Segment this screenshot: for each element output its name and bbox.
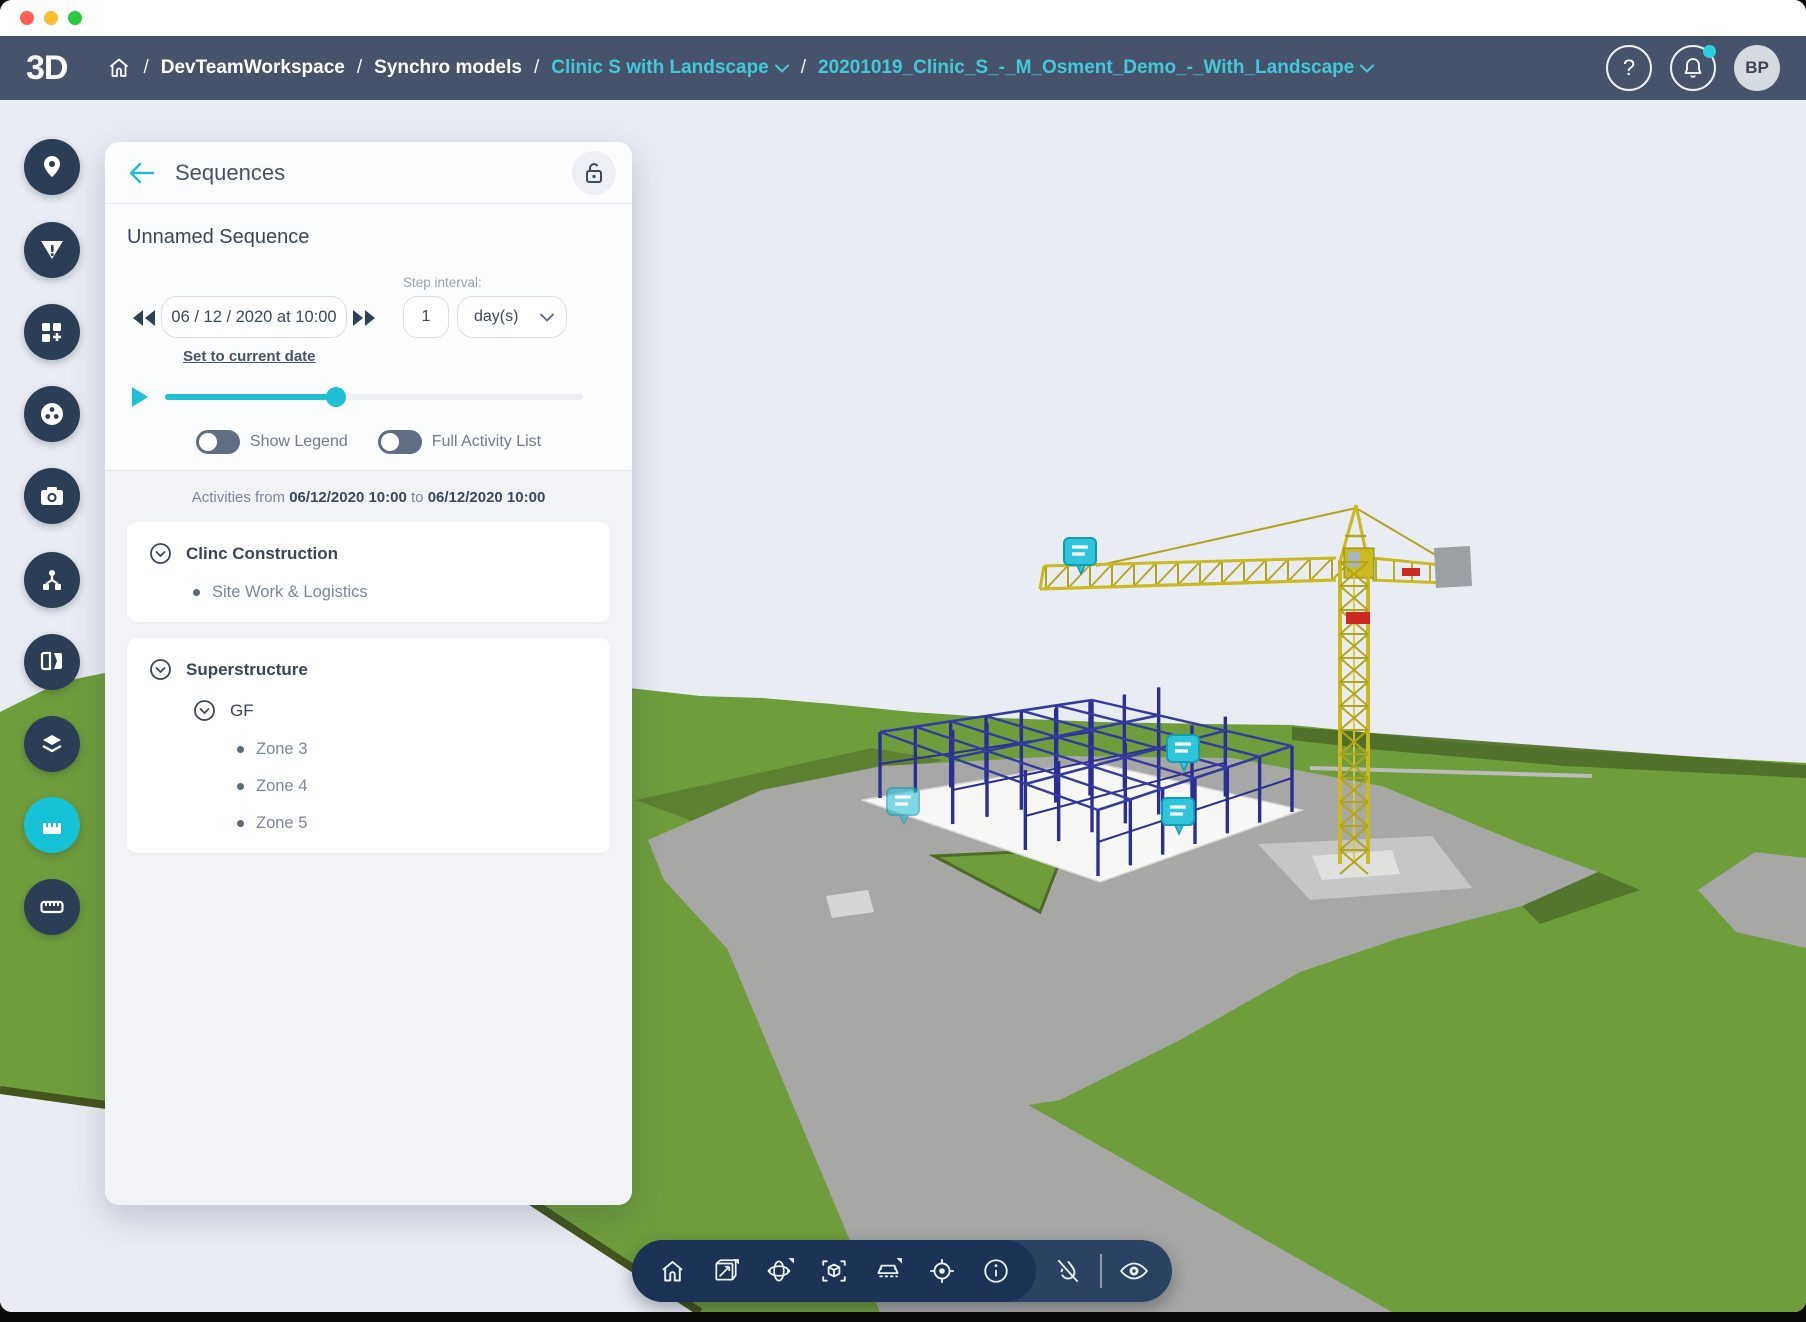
slider-thumb[interactable] <box>326 387 346 407</box>
set-current-date-link[interactable]: Set to current date <box>183 348 316 365</box>
sequences-icon <box>38 811 66 839</box>
panel-header: Sequences <box>105 142 632 204</box>
chevron-circle-icon <box>149 658 172 681</box>
home-view-button[interactable] <box>648 1240 696 1302</box>
sequence-controls: Unnamed Sequence Step interval: day(s) <box>105 204 632 470</box>
step-unit-select[interactable]: day(s) <box>457 296 567 338</box>
activity-item[interactable]: Zone 4 <box>237 777 588 796</box>
info-button[interactable] <box>972 1240 1020 1302</box>
measure-ruler-icon <box>38 893 66 921</box>
app-logo[interactable]: 3D <box>26 49 67 88</box>
visibility-button[interactable] <box>1110 1240 1158 1302</box>
camera-icon <box>38 482 66 510</box>
activities-summary: Activities from 06/12/2020 10:00 to 06/1… <box>127 489 610 506</box>
user-avatar[interactable]: BP <box>1734 45 1780 91</box>
sidebar-item-hierarchy[interactable] <box>24 552 80 608</box>
issues-warning-icon <box>38 236 66 264</box>
chevron-down-icon <box>540 313 554 322</box>
panel-title: Sequences <box>175 160 572 186</box>
toolbar-divider <box>1100 1254 1102 1288</box>
back-button[interactable] <box>127 158 157 188</box>
sidebar-item-sequences[interactable] <box>24 797 80 853</box>
group-superstructure[interactable]: Superstructure <box>149 658 588 681</box>
playback-row <box>127 384 610 410</box>
step-back-button[interactable] <box>127 298 161 338</box>
compare-views-icon <box>38 648 66 676</box>
breadcrumb-models[interactable]: Synchro models <box>374 57 522 79</box>
step-value-input[interactable] <box>403 296 449 338</box>
sidebar-item-issues-warning[interactable] <box>24 222 80 278</box>
activities-section: Activities from 06/12/2020 10:00 to 06/1… <box>105 470 632 1205</box>
sidebar-item-media-reel[interactable] <box>24 386 80 442</box>
sidebar-item-layers[interactable] <box>24 716 80 772</box>
bell-icon <box>1682 56 1704 80</box>
sidebar-item-location-pin[interactable] <box>24 139 80 195</box>
date-input[interactable] <box>161 296 347 338</box>
top-navbar: 3D / DevTeamWorkspace / Synchro models /… <box>0 36 1806 100</box>
toggle-row: Show Legend Full Activity List <box>127 430 610 454</box>
breadcrumb-model-dropdown[interactable]: 20201019_Clinic_S_-_M_Osment_Demo_-_With… <box>818 57 1374 79</box>
minimize-window-button[interactable] <box>44 11 58 25</box>
step-forward-button[interactable] <box>347 298 381 338</box>
unlock-icon <box>583 161 605 185</box>
titlebar <box>0 0 1806 36</box>
full-activity-list-toggle[interactable]: Full Activity List <box>378 430 541 454</box>
group-clinc-construction[interactable]: Clinc Construction <box>149 542 588 565</box>
navbar-actions: ? BP <box>1606 45 1780 91</box>
breadcrumb: / DevTeamWorkspace / Synchro models / Cl… <box>107 56 1606 80</box>
zoom-to-fit-button[interactable] <box>810 1240 858 1302</box>
play-button[interactable] <box>127 384 153 410</box>
show-legend-toggle[interactable]: Show Legend <box>196 430 348 454</box>
activity-group-card: Clinc Construction Site Work & Logistics <box>127 522 610 622</box>
activity-group-card: Superstructure GF Zone 3 Zone 4 Zone 5 <box>127 638 610 853</box>
sidebar-item-camera[interactable] <box>24 468 80 524</box>
step-interval-label: Step interval: <box>403 275 567 290</box>
breadcrumb-project-dropdown[interactable]: Clinic S with Landscape <box>551 57 789 79</box>
breadcrumb-workspace[interactable]: DevTeamWorkspace <box>161 57 345 79</box>
section-box-button[interactable] <box>864 1240 912 1302</box>
notifications-button[interactable] <box>1670 45 1716 91</box>
chevron-circle-icon <box>193 699 216 722</box>
notification-badge <box>1703 45 1716 58</box>
group-gf[interactable]: GF <box>193 699 588 722</box>
app-window: 3D / DevTeamWorkspace / Synchro models /… <box>0 0 1806 1312</box>
activity-item[interactable]: Site Work & Logistics <box>193 583 588 602</box>
lock-button[interactable] <box>572 151 616 195</box>
sequences-panel: Sequences Unnamed Sequence Step interval… <box>105 142 632 1205</box>
sequence-name: Unnamed Sequence <box>127 226 610 249</box>
maximize-window-button[interactable] <box>68 11 82 25</box>
viewport-toolbar <box>632 1240 1172 1302</box>
help-button[interactable]: ? <box>1606 45 1652 91</box>
orbit-button[interactable] <box>756 1240 804 1302</box>
chevron-down-icon <box>775 64 789 73</box>
layers-icon <box>38 730 66 758</box>
sidebar-item-compare-views[interactable] <box>24 634 80 690</box>
toolbar-main-group <box>632 1240 1036 1302</box>
activity-item[interactable]: Zone 5 <box>237 814 588 833</box>
hide-markers-button[interactable] <box>1044 1240 1092 1302</box>
sidebar-item-measure-ruler[interactable] <box>24 879 80 935</box>
close-window-button[interactable] <box>20 11 34 25</box>
apps-grid-add-icon <box>38 318 66 346</box>
chevron-circle-icon <box>149 542 172 565</box>
media-reel-icon <box>38 400 66 428</box>
home-icon[interactable] <box>107 56 131 80</box>
toolbar-right-group <box>1036 1240 1172 1302</box>
activity-item[interactable]: Zone 3 <box>237 740 588 759</box>
chevron-down-icon <box>1360 64 1374 73</box>
location-pin-icon <box>38 153 66 181</box>
locate-button[interactable] <box>918 1240 966 1302</box>
sidebar-item-apps-grid-add[interactable] <box>24 304 80 360</box>
hierarchy-icon <box>38 566 66 594</box>
timeline-slider[interactable] <box>165 387 583 407</box>
saved-views-button[interactable] <box>702 1240 750 1302</box>
